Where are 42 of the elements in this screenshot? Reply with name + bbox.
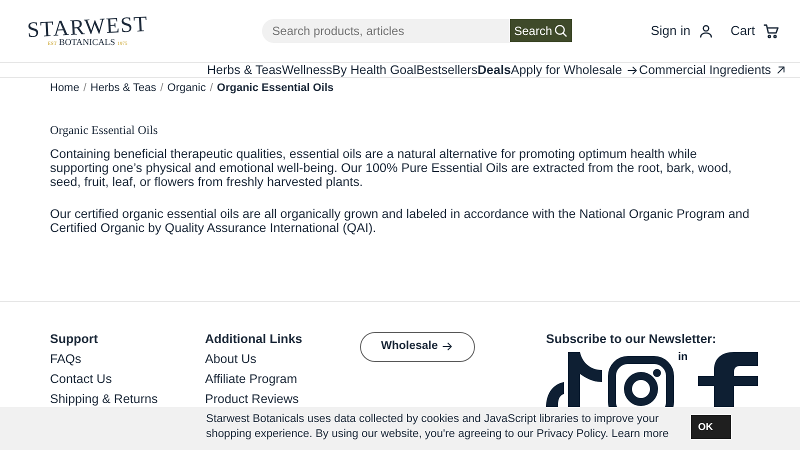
breadcrumb-link[interactable]: Organic [167, 80, 206, 96]
nav-link[interactable]: Deals [478, 63, 511, 77]
arrow-icon [440, 340, 454, 354]
external-arrow-icon [775, 64, 788, 76]
wholesale-button[interactable]: Wholesale [360, 332, 475, 362]
user-icon [698, 23, 714, 39]
arrow-icon [626, 64, 640, 76]
nav-link[interactable]: Wellness [282, 63, 332, 77]
cookie-message: Starwest Botanicals uses data collected by cookies and JavaScript libraries to improve your shopping experience. By using our website, you're agreeing to our Privacy Policy. Learn more [206, 412, 670, 442]
page-heading: Organic Essential Oils [50, 122, 159, 137]
cart-icon [763, 22, 780, 40]
nav-link[interactable]: By Health Goal [332, 63, 416, 77]
footer-heading: Support [50, 332, 99, 347]
breadcrumb-link[interactable]: Organic Essential Oils [216, 80, 334, 96]
paragraph: Our certified organic essential oils are all organically grown and labeled in accordance with the National Organic Program and Certified Organic by Quality Assurance International (QAI). [50, 206, 750, 235]
search-icon [553, 23, 568, 38]
footer-link[interactable]: About Us [205, 352, 360, 367]
nav-link[interactable]: Herbs & Teas [207, 63, 282, 77]
ok-button[interactable]: OK [691, 415, 731, 439]
breadcrumb-separator: / [83, 81, 86, 96]
search-field[interactable]: Search products, articles Search [262, 19, 572, 43]
footer-link[interactable]: Product Reviews [205, 392, 360, 407]
breadcrumb-link[interactable]: Home [50, 80, 80, 96]
cart-link[interactable]: Cart [730, 21, 780, 41]
breadcrumb-separator: / [160, 81, 164, 96]
search-button[interactable]: Search [510, 19, 572, 42]
sign-in-link[interactable]: Sign in [650, 21, 714, 41]
footer-link[interactable]: FAQs [50, 352, 205, 367]
footer-heading: Additional Links [205, 332, 304, 347]
nav-link[interactable]: Commercial Ingredients [639, 63, 788, 77]
footer-link[interactable]: Contact Us [50, 372, 205, 387]
breadcrumb-link[interactable]: Herbs & Teas [90, 80, 156, 96]
linkedin-icon[interactable]: in [678, 352, 688, 363]
footer-link[interactable]: Affiliate Program [205, 372, 360, 387]
newsletter-heading: Subscribe to our Newsletter: [546, 332, 718, 347]
learn-more-link[interactable]: Learn more [612, 428, 669, 440]
footer-link[interactable]: Shipping & Returns [50, 392, 205, 407]
nav-link[interactable]: Bestsellers [416, 63, 478, 77]
instagram-icon[interactable] [608, 356, 674, 408]
nav-link[interactable]: Apply for Wholesale [510, 63, 640, 77]
breadcrumb-separator: / [210, 81, 213, 96]
paragraph: Containing beneficial therapeutic qualities, essential oils are a natural alternative for promoting optimum health while supporting one’s physical and emotional well-being. Our 100% Pure Essential Oils are extracted from the root, bark, wood, seed, fruit, leaf, or flowers from freshly harvested plants. [50, 146, 733, 189]
